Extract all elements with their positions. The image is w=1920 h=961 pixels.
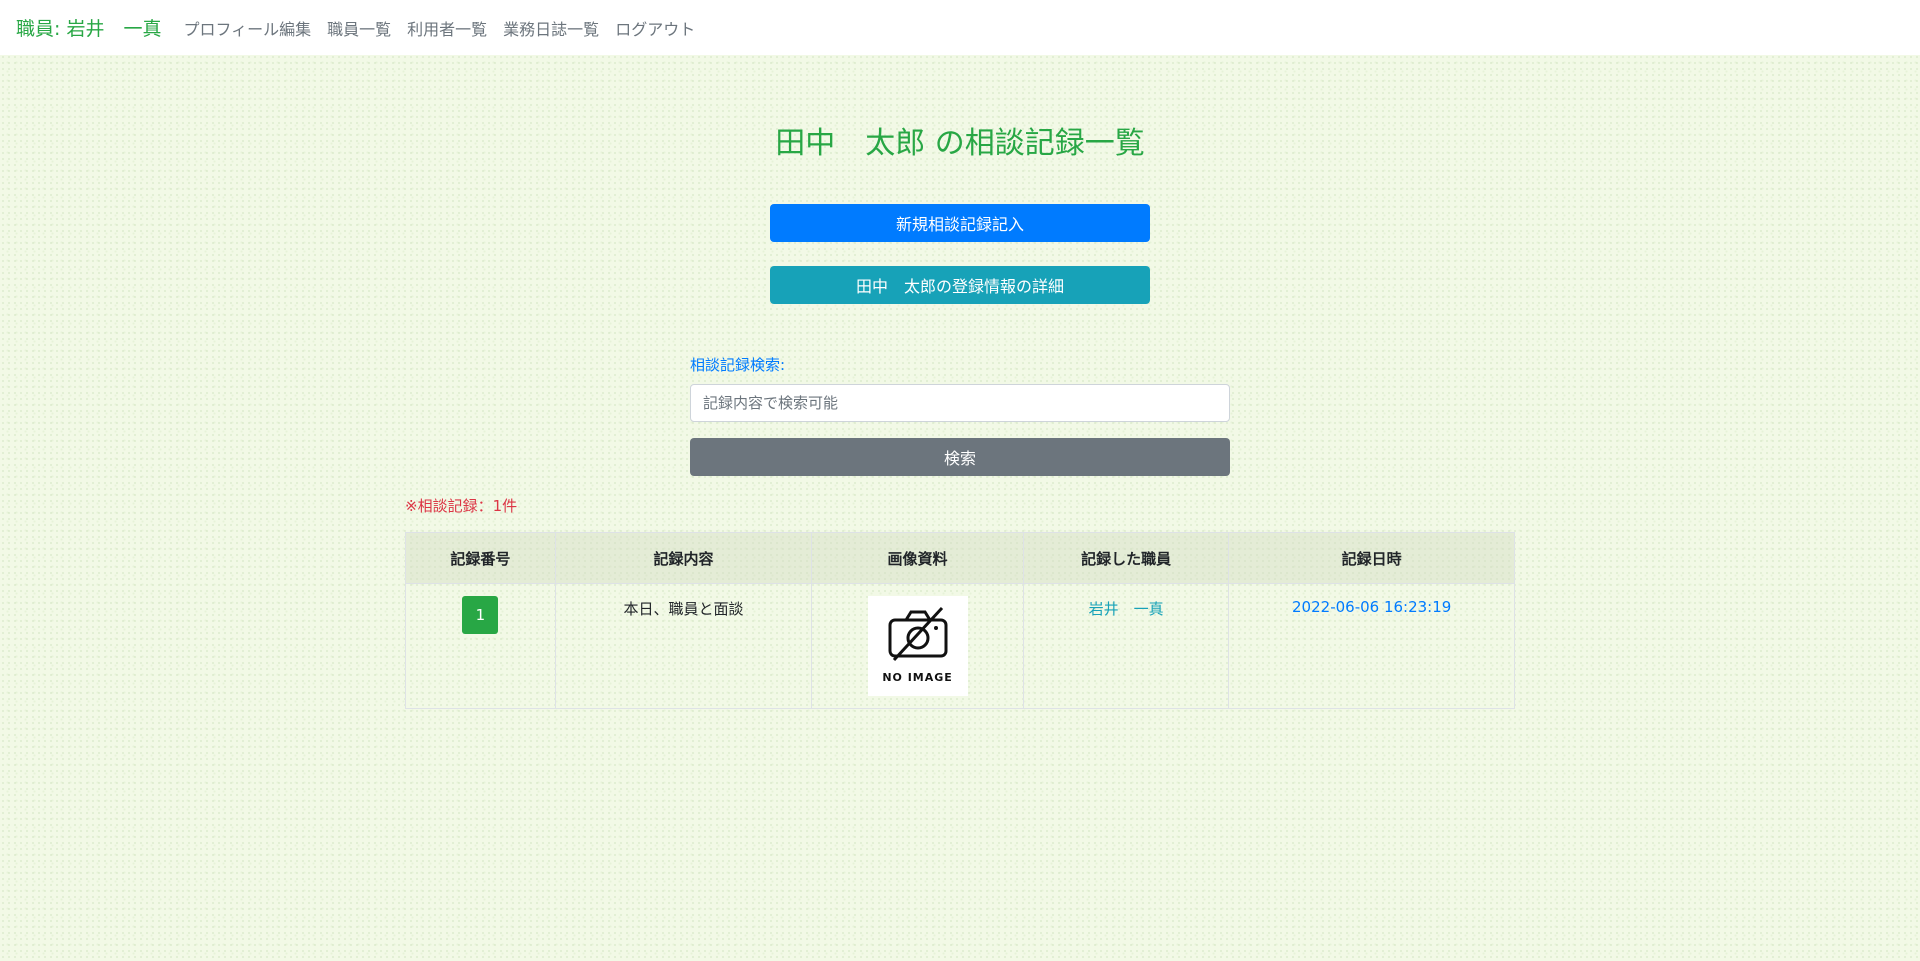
record-number-badge[interactable]: 1 xyxy=(462,596,499,634)
records-table: 記録番号 記録内容 画像資料 記録した職員 記録日時 1 本日、職員と面談 NO… xyxy=(405,532,1515,709)
header-image-material: 画像資料 xyxy=(811,532,1024,584)
page-title: 田中 太郎 の相談記録一覧 xyxy=(775,126,1145,161)
top-navbar: 職員: 岩井 一真 プロフィール編集 職員一覧 利用者一覧 業務日誌一覧 ログア… xyxy=(0,0,1920,55)
table-header-row: 記録番号 記録内容 画像資料 記録した職員 記録日時 xyxy=(405,532,1515,584)
no-image-text: NO IMAGE xyxy=(882,671,953,684)
record-content-text: 本日、職員と面談 xyxy=(623,600,744,618)
header-record-number: 記録番号 xyxy=(405,532,556,584)
nav-link-profile-edit[interactable]: プロフィール編集 xyxy=(183,16,311,40)
main-content: 田中 太郎 の相談記録一覧 新規相談記録記入 田中 太郎の登録情報の詳細 相談記… xyxy=(0,55,1920,961)
table-row: 1 本日、職員と面談 NO IMAGE 岩井 一真 2022-06-06 16:… xyxy=(405,583,1515,709)
new-record-button[interactable]: 新規相談記録記入 xyxy=(770,204,1150,242)
header-record-content: 記録内容 xyxy=(554,532,813,584)
cell-record-number: 1 xyxy=(405,583,556,709)
header-recording-staff: 記録した職員 xyxy=(1022,532,1230,584)
recording-staff-link[interactable]: 岩井 一真 xyxy=(1089,600,1164,618)
nav-link-logout[interactable]: ログアウト xyxy=(615,16,695,40)
cell-image-material: NO IMAGE xyxy=(811,583,1024,709)
search-button[interactable]: 検索 xyxy=(690,438,1230,476)
cell-record-datetime: 2022-06-06 16:23:19 xyxy=(1228,583,1515,709)
header-record-datetime: 記録日時 xyxy=(1228,532,1515,584)
user-detail-button[interactable]: 田中 太郎の登録情報の詳細 xyxy=(770,266,1150,304)
no-image-camera-icon xyxy=(888,606,948,662)
search-input[interactable] xyxy=(690,384,1230,422)
no-image-thumbnail[interactable]: NO IMAGE xyxy=(867,596,968,696)
navbar-brand[interactable]: 職員: 岩井 一真 xyxy=(16,14,161,41)
nav-link-user-list[interactable]: 利用者一覧 xyxy=(407,16,487,40)
record-datetime-link[interactable]: 2022-06-06 16:23:19 xyxy=(1292,598,1451,616)
cell-record-content: 本日、職員と面談 xyxy=(554,583,813,709)
search-label: 相談記録検索: xyxy=(690,356,786,374)
nav-link-staff-list[interactable]: 職員一覧 xyxy=(327,16,391,40)
cell-recording-staff: 岩井 一真 xyxy=(1022,583,1230,709)
records-count-note: ※相談記録：1件 xyxy=(405,497,518,515)
nav-link-work-log-list[interactable]: 業務日誌一覧 xyxy=(503,16,599,40)
